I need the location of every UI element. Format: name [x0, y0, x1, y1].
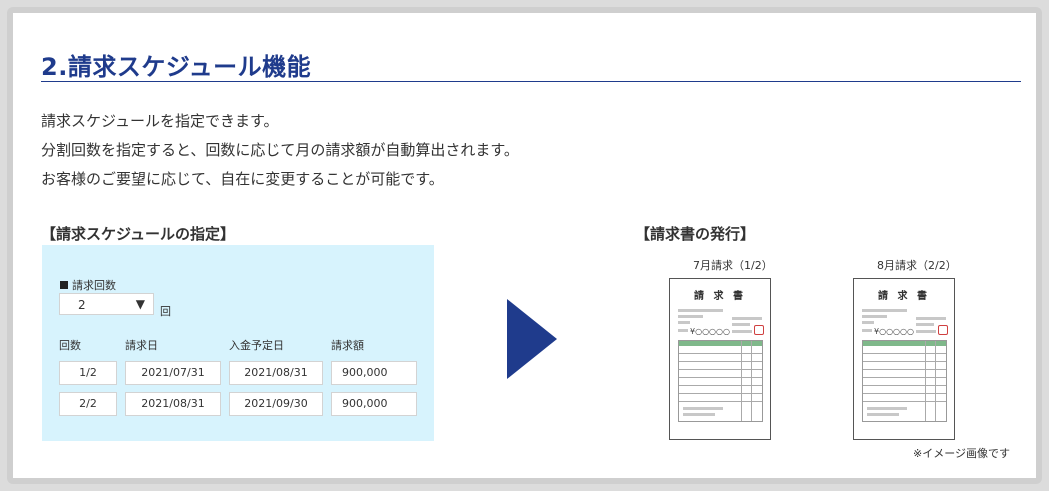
- count-unit: 回: [160, 305, 171, 318]
- row2-payment-date-field[interactable]: 2021/09/30: [229, 392, 323, 416]
- invoice-2-thumbnail: 請 求 書 ¥○○○○○: [853, 278, 955, 440]
- invoice-1-thumbnail: 請 求 書 ¥○○○○○: [669, 278, 771, 440]
- invoice-1-caption: 7月請求（1/2）: [693, 259, 773, 272]
- text-line: [678, 315, 703, 318]
- row1-billing-date-field[interactable]: 2021/07/31: [125, 361, 221, 385]
- description-line-2: 分割回数を指定すると、回数に応じて月の請求額が自動算出されます。: [41, 141, 519, 159]
- text-line: [916, 330, 936, 333]
- count-label: 請求回数: [60, 277, 116, 293]
- row2-amount-field[interactable]: 900,000: [331, 392, 417, 416]
- column-header-count: 回数: [59, 339, 81, 352]
- column-header-amount: 請求額: [331, 339, 364, 352]
- invoice-1-table: [678, 340, 763, 422]
- next-arrow-icon: [507, 299, 557, 379]
- invoice-2-caption: 8月請求（2/2）: [877, 259, 957, 272]
- text-line: [732, 317, 762, 320]
- text-line: [916, 317, 946, 320]
- row1-count-field[interactable]: 1/2: [59, 361, 117, 385]
- text-line: [862, 315, 887, 318]
- invoice-2-title: 請 求 書: [878, 291, 930, 302]
- column-header-billing-date: 請求日: [125, 339, 158, 352]
- row2-count-field[interactable]: 2/2: [59, 392, 117, 416]
- column-header-payment-date: 入金予定日: [229, 339, 284, 352]
- text-line: [862, 321, 874, 324]
- count-select[interactable]: 2 ▼: [59, 293, 154, 315]
- row2-billing-date-field[interactable]: 2021/08/31: [125, 392, 221, 416]
- count-select-value: 2: [78, 298, 86, 312]
- text-line: [916, 323, 934, 326]
- title-underline: [41, 81, 1021, 82]
- content-card: 2.請求スケジュール機能 請求スケジュールを指定できます。 分割回数を指定すると…: [13, 13, 1036, 478]
- row1-amount-field[interactable]: 900,000: [331, 361, 417, 385]
- square-bullet-icon: [60, 281, 68, 289]
- description: 請求スケジュールを指定できます。 分割回数を指定すると、回数に応じて月の請求額が…: [41, 107, 519, 194]
- invoice-2-amount: ¥○○○○○: [874, 327, 914, 336]
- invoice-1-amount: ¥○○○○○: [690, 327, 730, 336]
- outer-frame: 2.請求スケジュール機能 請求スケジュールを指定できます。 分割回数を指定すると…: [7, 7, 1042, 484]
- text-line: [732, 330, 752, 333]
- description-line-1: 請求スケジュールを指定できます。: [41, 112, 279, 130]
- row1-payment-date-field[interactable]: 2021/08/31: [229, 361, 323, 385]
- triangle-down-icon: ▼: [135, 297, 145, 311]
- stamp-icon: [938, 325, 948, 335]
- schedule-panel: 請求回数 2 ▼ 回 回数 請求日 入金予定日 請求額 1/2 2021/07/…: [42, 245, 434, 441]
- invoice-2-table: [862, 340, 947, 422]
- text-line: [862, 309, 907, 312]
- text-line: [678, 329, 688, 332]
- stamp-icon: [754, 325, 764, 335]
- text-line: [862, 329, 872, 332]
- schedule-heading: 【請求スケジュールの指定】: [41, 225, 235, 243]
- invoice-1-title: 請 求 書: [694, 291, 746, 302]
- page-title: 2.請求スケジュール機能: [41, 53, 312, 81]
- text-line: [678, 321, 690, 324]
- invoices-heading: 【請求書の発行】: [635, 225, 756, 243]
- image-note: ※イメージ画像です: [913, 447, 1010, 460]
- text-line: [732, 323, 750, 326]
- description-line-3: お客様のご要望に応じて、自在に変更することが可能です。: [41, 170, 444, 188]
- text-line: [678, 309, 723, 312]
